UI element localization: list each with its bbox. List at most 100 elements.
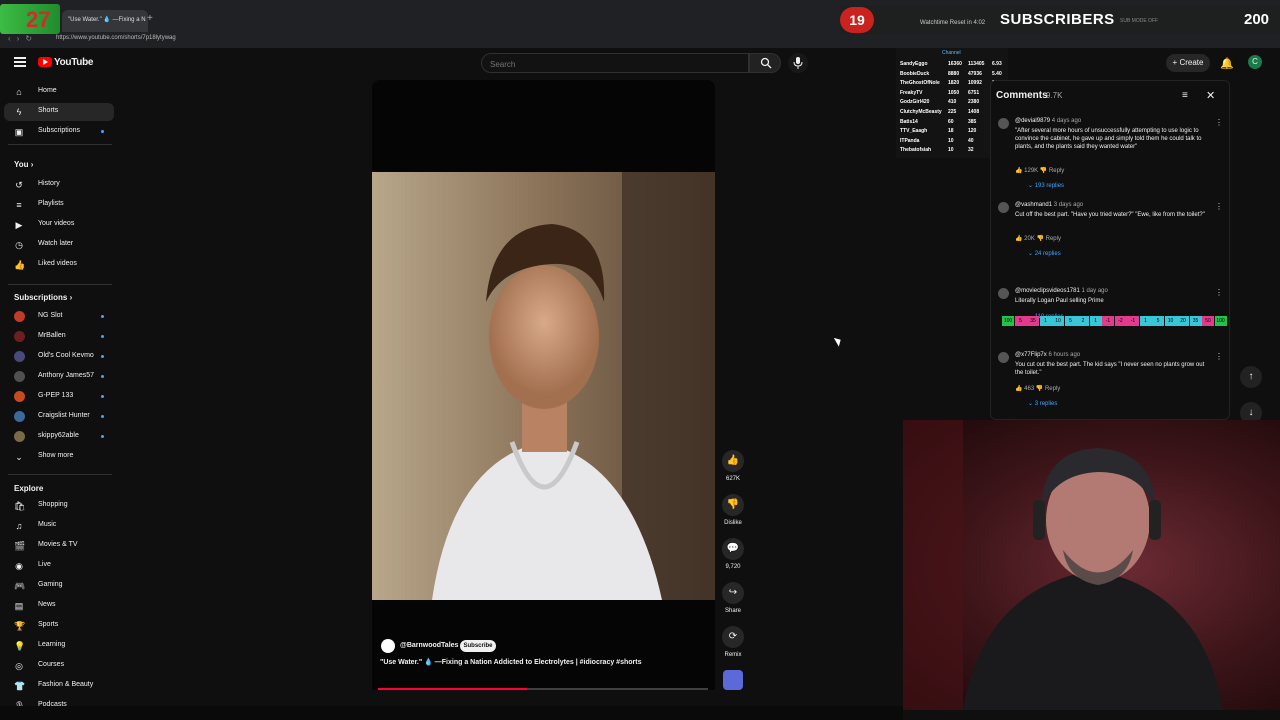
more-options-icon[interactable]: ⋮ [1215, 288, 1223, 297]
account-avatar[interactable]: C [1248, 55, 1262, 69]
sidebar-item-show-more[interactable]: ⌄ Show more [4, 448, 114, 466]
sidebar-item-label: G-PEP 133 [38, 392, 74, 399]
new-content-dot [101, 355, 104, 358]
sound-avatar[interactable] [723, 670, 743, 690]
you-heading[interactable]: You › [14, 160, 33, 169]
more-options-icon[interactable]: ⋮ [1215, 202, 1223, 211]
search-input[interactable] [482, 55, 742, 74]
nav-arrows-icon[interactable]: ‹›↻ [8, 34, 38, 43]
create-button[interactable]: + Create [1166, 54, 1210, 72]
sidebar-item-label: Shorts [38, 107, 59, 114]
sort-icon[interactable]: ≡ [1182, 90, 1188, 101]
subscriptions-heading[interactable]: Subscriptions › [14, 293, 72, 302]
sidebar-item-history[interactable]: ↺ History [4, 176, 114, 194]
voice-search-button[interactable] [788, 53, 808, 73]
like-count: 129K [1024, 168, 1040, 174]
comment-author[interactable]: @movieclipsvideos1781 [1015, 288, 1081, 294]
search-button[interactable] [749, 53, 781, 73]
close-icon[interactable]: ✕ [1206, 89, 1215, 102]
address-bar[interactable] [0, 32, 1280, 48]
comment-header: @x77Flip7x 6 hours ago [1015, 352, 1080, 358]
view-replies-button[interactable]: ⌄ 193 replies [1028, 182, 1064, 189]
dislike-icon[interactable]: 👎 [1036, 236, 1045, 242]
like-icon[interactable]: 👍 [1015, 386, 1024, 392]
more-options-icon[interactable]: ⋮ [1215, 118, 1223, 127]
leaderboard-value-a: 16360 [948, 61, 962, 67]
sidebar-item-gaming[interactable]: 🎮 Gaming [4, 577, 114, 595]
video-progress-bar[interactable] [378, 688, 708, 690]
sidebar-item-playlists[interactable]: ≡ Playlists [4, 196, 114, 214]
sidebar-item-courses[interactable]: ◎ Courses [4, 657, 114, 675]
remix-button[interactable]: ⟳ Remix [722, 626, 744, 658]
comment-author[interactable]: @devial9879 [1015, 118, 1052, 124]
sidebar-item-your-videos[interactable]: ▶ Your videos [4, 216, 114, 234]
channel-name[interactable]: @BarnwoodTales [400, 642, 458, 649]
dislike-button[interactable]: 👎 Dislike [722, 494, 744, 526]
commenter-avatar[interactable] [998, 352, 1009, 363]
sidebar-item-learning[interactable]: 💡 Learning [4, 637, 114, 655]
reply-button[interactable]: Reply [1046, 236, 1061, 242]
sidebar-item-skippy62able[interactable]: skippy62able [4, 428, 114, 446]
video-title[interactable]: "Use Water." 💧 —Fixing a Nation Addicted… [380, 658, 680, 668]
youtube-logo-icon[interactable] [38, 57, 52, 67]
sidebar-item-home[interactable]: ⌂ Home [4, 83, 114, 101]
subscribe-button[interactable]: Subscribe [460, 640, 496, 652]
sidebar-item-shopping[interactable]: 🛍 Shopping [4, 497, 114, 515]
sidebar-item-anthony-james57[interactable]: Anthony James57 [4, 368, 114, 386]
like-icon[interactable]: 👍 [1015, 168, 1024, 174]
sidebar-item-g-pep-133[interactable]: G-PEP 133 [4, 388, 114, 406]
sidebar-item-old-s-cool-kevmo[interactable]: Old's Cool Kevmo [4, 348, 114, 366]
comments-button[interactable]: 💬 9,720 [722, 538, 744, 570]
sidebar-item-watch-later[interactable]: ◷ Watch later [4, 236, 114, 254]
comment-text: "After several more hours of unsuccessfu… [1015, 128, 1202, 150]
commenter-avatar[interactable] [998, 118, 1009, 129]
reply-button[interactable]: Reply [1045, 386, 1060, 392]
sidebar-item-craigslist-hunter[interactable]: Craigslist Hunter [4, 408, 114, 426]
view-replies-button[interactable]: ⌄ 24 replies [1028, 250, 1061, 257]
shorts-video-frame[interactable] [372, 172, 715, 600]
search-icon [760, 57, 772, 69]
sidebar-item-mrballen[interactable]: MrBallen [4, 328, 114, 346]
points-chip: 5 [1014, 316, 1027, 326]
sidebar-item-movies-tv[interactable]: 🎬 Movies & TV [4, 537, 114, 555]
reply-button[interactable]: Reply [1049, 168, 1064, 174]
like-button[interactable]: 👍 627K [722, 450, 744, 482]
sidebar-item-fashion-beauty[interactable]: 👕 Fashion & Beauty [4, 677, 114, 695]
commenter-avatar[interactable] [998, 288, 1009, 299]
commenter-avatar[interactable] [998, 202, 1009, 213]
previous-short-button[interactable]: ↑ [1240, 366, 1262, 388]
leaderboard-value-a: 18 [948, 128, 954, 135]
dislike-icon[interactable]: 👎 [1040, 168, 1049, 174]
comment-item: @x77Flip7x 6 hours ago ⋮ You cut out the b… [998, 352, 1223, 422]
more-options-icon[interactable]: ⋮ [1215, 352, 1223, 361]
live-icon: ◉ [15, 561, 23, 571]
sidebar-item-subscriptions[interactable]: ▣ Subscriptions [4, 123, 114, 141]
sidebar-item-shorts[interactable]: ϟ Shorts [4, 103, 114, 121]
sidebar-item-sports[interactable]: 🏆 Sports [4, 617, 114, 635]
notifications-bell-icon[interactable]: 🔔 [1220, 57, 1234, 70]
points-chip: 1 [1089, 316, 1102, 326]
share-button[interactable]: ↪ Share [722, 582, 744, 614]
url-text[interactable]: https://www.youtube.com/shorts/7p18lytyw… [56, 35, 176, 41]
sidebar-item-ng-slot[interactable]: NG Slot [4, 308, 114, 326]
leaderboard-value-a: 1050 [948, 89, 960, 96]
comment-time: 6 hours ago [1048, 352, 1081, 358]
channel-avatar[interactable] [381, 639, 395, 653]
sidebar-item-music[interactable]: ♫ Music [4, 517, 114, 535]
browser-tab[interactable]: "Use Water." 💧 —Fixing a N [62, 10, 148, 32]
hamburger-menu-icon[interactable] [14, 57, 26, 67]
leaderboard-name: GodzGirl420 [900, 99, 930, 106]
sidebar-item-news[interactable]: ▤ News [4, 597, 114, 615]
comment-author[interactable]: @vashmand1 [1015, 202, 1054, 208]
like-icon[interactable]: 👍 [1015, 236, 1024, 242]
remix-label: Remix [724, 652, 742, 658]
new-tab-icon[interactable]: + [147, 13, 153, 24]
comment-author[interactable]: @x77Flip7x [1015, 352, 1048, 358]
youtube-wordmark[interactable]: YouTube [54, 57, 94, 68]
dislike-icon[interactable]: 👎 [1036, 386, 1045, 392]
comment-text: Cut off the best part. "Have you tried w… [1015, 212, 1205, 218]
view-replies-button[interactable]: ⌄ 3 replies [1028, 400, 1057, 407]
search-box[interactable] [481, 53, 749, 74]
sidebar-item-live[interactable]: ◉ Live [4, 557, 114, 575]
sidebar-item-liked-videos[interactable]: 👍 Liked videos [4, 256, 114, 274]
